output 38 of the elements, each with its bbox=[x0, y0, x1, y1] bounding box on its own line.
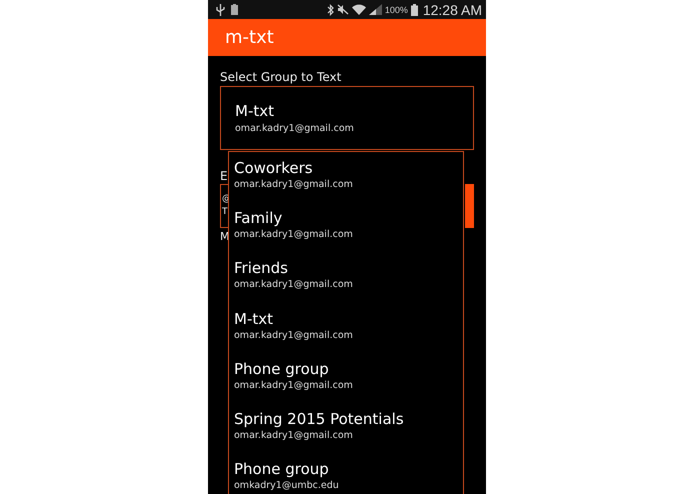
wifi-icon bbox=[352, 4, 366, 15]
group-name: M-txt bbox=[235, 102, 274, 120]
group-email: omar.kadry1@gmail.com bbox=[234, 378, 353, 392]
group-name: Coworkers bbox=[234, 159, 313, 178]
dropdown-item[interactable]: Phone group omkadry1@umbc.edu bbox=[229, 460, 463, 494]
group-email: omar.kadry1@gmail.com bbox=[234, 328, 353, 342]
mute-icon bbox=[336, 4, 349, 15]
bluetooth-icon bbox=[326, 4, 334, 16]
group-name: Spring 2015 Potentials bbox=[234, 410, 404, 429]
dropdown-item[interactable]: M-txt omar.kadry1@gmail.com bbox=[229, 310, 463, 360]
field-label: E bbox=[220, 169, 228, 183]
group-name: M-txt bbox=[234, 310, 273, 329]
group-name: Phone group bbox=[234, 360, 329, 379]
dropdown-item[interactable]: Family omar.kadry1@gmail.com bbox=[229, 209, 463, 260]
group-name: Friends bbox=[234, 259, 288, 278]
group-email: omar.kadry1@gmail.com bbox=[235, 123, 354, 134]
group-email: omar.kadry1@gmail.com bbox=[234, 178, 353, 191]
group-name: Family bbox=[234, 209, 282, 228]
field-label: Select Group to Text bbox=[220, 70, 342, 84]
send-button[interactable] bbox=[465, 184, 474, 228]
group-name: Phone group bbox=[234, 460, 329, 480]
battery-percent: 100% bbox=[384, 4, 408, 14]
app-title: m-txt bbox=[225, 27, 274, 48]
dropdown-item[interactable]: Coworkers omar.kadry1@gmail.com bbox=[229, 159, 463, 210]
dropdown-item[interactable]: Phone group omar.kadry1@gmail.com bbox=[229, 360, 463, 410]
field-text: T bbox=[222, 206, 228, 219]
clock: 12:28 AM bbox=[422, 2, 482, 18]
battery-icon bbox=[410, 4, 418, 16]
group-email: omar.kadry1@gmail.com bbox=[234, 228, 353, 242]
group-email: omar.kadry1@gmail.com bbox=[234, 428, 353, 442]
group-email: omar.kadry1@gmail.com bbox=[234, 278, 353, 292]
signal-icon bbox=[368, 4, 382, 15]
battery-icon bbox=[231, 4, 238, 15]
group-spinner[interactable]: M-txt omar.kadry1@gmail.com bbox=[220, 86, 474, 150]
dropdown-item[interactable]: Friends omar.kadry1@gmail.com bbox=[229, 259, 463, 310]
dropdown-item[interactable]: Spring 2015 Potentials omar.kadry1@gmail.com bbox=[229, 410, 463, 460]
group-email: omkadry1@umbc.edu bbox=[234, 479, 339, 492]
usb-icon bbox=[216, 4, 225, 16]
